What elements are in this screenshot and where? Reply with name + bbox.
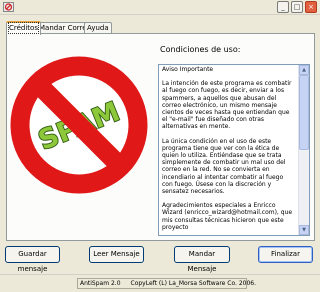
conditions-paragraph: La intención de este programa es combati… [162,80,292,131]
tab-ayuda-label: Ayuda [87,24,109,32]
no-spam-logo: SPAM [10,56,148,194]
copyright-label: CopyLeft (L) La_Morsa Software Co. 2006. [130,280,257,287]
tab-ayuda[interactable]: Ayuda [84,22,112,33]
send-message-button[interactable]: Mandar Mensaje [174,246,230,273]
scroll-down-button[interactable]: ▼ [299,225,309,235]
conditions-paragraph: Agradecimientos especiales a Enricco Wiz… [162,202,293,231]
title-bar: _ □ × [0,0,320,15]
scroll-thumb[interactable] [299,75,309,150]
conditions-textbox[interactable]: Aviso Importante La intención de este pr… [158,64,310,236]
scroll-up-button[interactable]: ▲ [299,65,309,75]
close-button[interactable]: × [305,1,317,13]
save-message-button[interactable]: Guardar mensaje [5,246,60,273]
conditions-paragraph: La única condición en el uso de este pro… [162,137,286,196]
status-bar: AntiSpam 2.0 CopyLeft (L) La_Morsa Softwa… [0,274,320,292]
maximize-button[interactable]: □ [291,1,303,13]
conditions-heading: Aviso Importante [162,66,214,73]
minimize-button[interactable]: _ [277,1,289,13]
conditions-scrollbar[interactable]: ▲ ▼ [298,65,309,235]
version-label: AntiSpam 2.0 [80,280,121,287]
status-text: AntiSpam 2.0 CopyLeft (L) La_Morsa Softwa… [77,278,256,289]
tab-creditos-label: Créditos [8,22,39,34]
read-message-button[interactable]: Leer Mensaje [89,246,144,263]
app-icon [3,2,14,12]
tab-creditos[interactable]: Créditos [6,21,41,35]
conditions-text: Aviso Importante La intención de este pr… [162,66,295,235]
conditions-title: Condiciones de uso: [160,45,241,54]
finish-button[interactable]: Finalizar [258,246,313,263]
